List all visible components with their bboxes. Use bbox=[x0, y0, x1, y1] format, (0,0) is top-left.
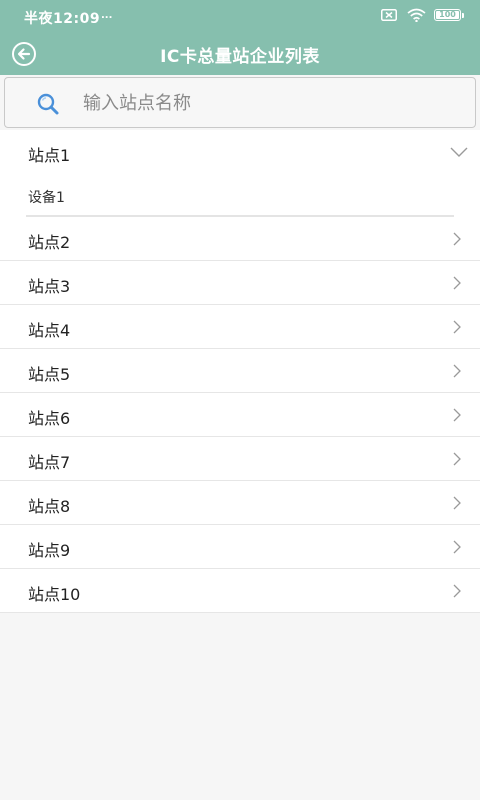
chevron-right-icon bbox=[453, 452, 461, 466]
device-item-1[interactable]: 设备1 bbox=[0, 175, 480, 217]
list-item-station-10[interactable]: 站点10 bbox=[0, 569, 480, 613]
list-item-station-9[interactable]: 站点9 bbox=[0, 525, 480, 569]
list-item-label: 站点5 bbox=[28, 365, 71, 384]
chevron-right-icon bbox=[453, 540, 461, 554]
list-item-station-7[interactable]: 站点7 bbox=[0, 437, 480, 481]
list-item-station-8[interactable]: 站点8 bbox=[0, 481, 480, 525]
list-item-label: 站点2 bbox=[28, 233, 71, 252]
sim-x-icon bbox=[381, 9, 397, 21]
chevron-down-icon bbox=[450, 147, 468, 157]
list-item-station-5[interactable]: 站点5 bbox=[0, 349, 480, 393]
status-bar: 半夜12:09 ... 100 bbox=[0, 0, 480, 32]
list-item-label: 站点10 bbox=[28, 585, 81, 604]
list-item-label: 站点3 bbox=[28, 277, 71, 296]
device-item-label: 设备1 bbox=[28, 190, 65, 206]
search-box[interactable] bbox=[4, 77, 476, 128]
list-item-station-2[interactable]: 站点2 bbox=[0, 217, 480, 261]
list-item-label: 站点7 bbox=[28, 453, 71, 472]
back-circle-arrow-icon[interactable] bbox=[11, 41, 37, 67]
list-item-station-4[interactable]: 站点4 bbox=[0, 305, 480, 349]
list-item-label: 站点1 bbox=[28, 146, 71, 165]
chevron-right-icon bbox=[453, 584, 461, 598]
station-list: 站点1 设备1 站点2 站点3 站点4 站点5 站点6 站点7 站点8 站点9 bbox=[0, 130, 480, 613]
search-input[interactable] bbox=[83, 88, 453, 118]
chevron-right-icon bbox=[453, 232, 461, 246]
list-item-station-3[interactable]: 站点3 bbox=[0, 261, 480, 305]
battery-icon: 100 bbox=[434, 9, 464, 21]
list-item-label: 站点8 bbox=[28, 497, 71, 516]
list-item-label: 站点4 bbox=[28, 321, 71, 340]
battery-level: 100 bbox=[436, 11, 459, 19]
app-bar: IC卡总量站企业列表 bbox=[0, 32, 480, 75]
chevron-right-icon bbox=[453, 408, 461, 422]
chevron-right-icon bbox=[453, 276, 461, 290]
list-item-label: 站点6 bbox=[28, 409, 71, 428]
list-item-label: 站点9 bbox=[28, 541, 71, 560]
status-icons: 100 bbox=[381, 8, 464, 22]
list-item-station-6[interactable]: 站点6 bbox=[0, 393, 480, 437]
search-icon bbox=[37, 93, 59, 115]
status-time: 半夜12:09 bbox=[24, 11, 101, 27]
chevron-right-icon bbox=[453, 364, 461, 378]
list-item-station-1[interactable]: 站点1 bbox=[0, 130, 480, 175]
page-title: IC卡总量站企业列表 bbox=[160, 47, 320, 67]
status-dots: ... bbox=[101, 10, 113, 21]
chevron-right-icon bbox=[453, 496, 461, 510]
chevron-right-icon bbox=[453, 320, 461, 334]
wifi-icon bbox=[407, 8, 426, 22]
